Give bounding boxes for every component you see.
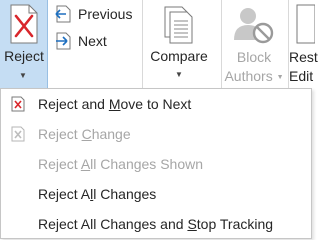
next-label: Next: [78, 33, 107, 49]
menu-item-reject-all-shown[interactable]: Reject All Changes Shown: [1, 149, 311, 179]
compare-label: Compare: [150, 48, 208, 64]
group-divider: [142, 0, 143, 88]
reject-dropdown-menu: Reject and Move to Next Reject Change Re…: [0, 88, 312, 239]
menu-item-reject-all-stop-tracking[interactable]: Reject All Changes and Stop Tracking: [1, 209, 311, 239]
reject-and-move-icon: [11, 96, 25, 112]
restrict-editing-icon: [296, 4, 315, 44]
menu-item-label: Reject All Changes and Stop Tracking: [38, 216, 274, 232]
reject-label: Reject: [4, 48, 44, 64]
chevron-down-icon[interactable]: ▼: [175, 70, 183, 79]
reject-document-icon: [10, 4, 38, 44]
previous-change-button[interactable]: Previous: [54, 3, 132, 25]
menu-item-reject-change[interactable]: Reject Change: [1, 119, 311, 149]
menu-item-label: Reject and Move to Next: [38, 96, 192, 112]
previous-label: Previous: [78, 6, 133, 22]
reject-button[interactable]: Reject ▼: [0, 0, 48, 88]
next-change-icon: [56, 32, 71, 50]
restrict-editing-label: Rest Edit: [289, 49, 318, 84]
menu-item-reject-all-changes[interactable]: Reject All Changes: [1, 179, 311, 209]
menu-item-label: Reject All Changes: [38, 186, 157, 202]
menu-item-reject-and-move-next[interactable]: Reject and Move to Next: [1, 89, 311, 119]
menu-item-label: Reject All Changes Shown: [38, 156, 204, 172]
review-ribbon: Reject ▼ Previous Next Compare ▼ Block A…: [0, 0, 318, 88]
next-change-button[interactable]: Next: [54, 30, 107, 52]
reject-change-icon: [11, 126, 25, 142]
block-authors-icon: [234, 8, 274, 44]
chevron-down-icon[interactable]: ▼: [19, 71, 27, 80]
previous-change-icon: [55, 5, 71, 23]
compare-documents-icon: [164, 6, 193, 44]
block-authors-label: Block Authors ▼: [224, 49, 284, 84]
menu-item-label: Reject Change: [38, 126, 131, 142]
